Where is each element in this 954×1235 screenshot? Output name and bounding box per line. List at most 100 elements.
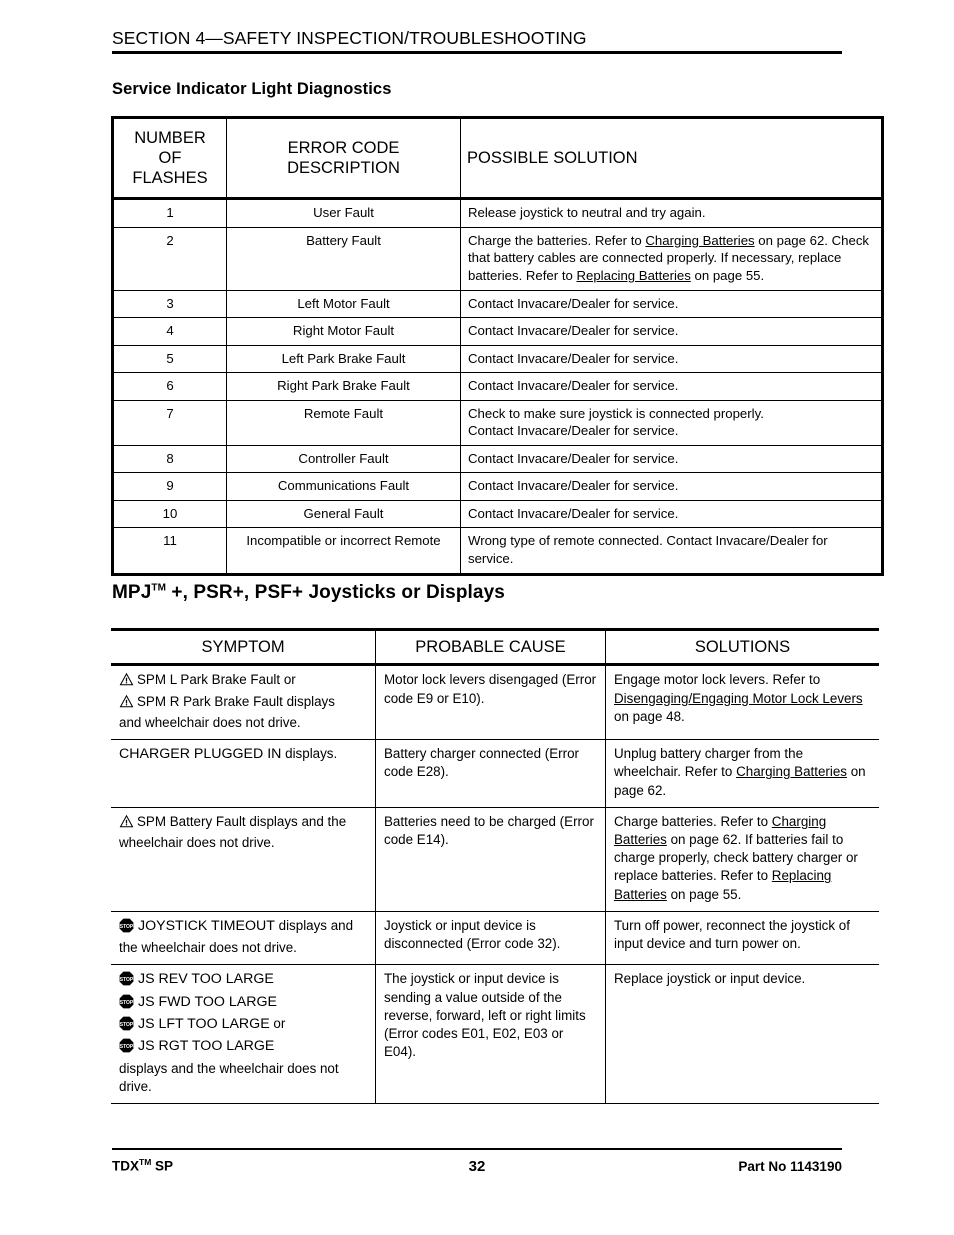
cell-probable-cause: Battery charger connected (Error code E2… bbox=[375, 739, 606, 808]
symptom-line: displays and the wheelchair does not dri… bbox=[119, 1060, 367, 1096]
warning-triangle-icon bbox=[119, 673, 134, 686]
cell-solutions: Turn off power, reconnect the joystick o… bbox=[605, 910, 879, 965]
table-row: 9 Communications Fault Contact Invacare/De… bbox=[111, 472, 884, 501]
cell-number-of-flashes: 1 bbox=[111, 198, 227, 228]
symptom-line: STOP JOYSTICK TIMEOUT displays and bbox=[119, 917, 367, 936]
table-body: SPM L Park Brake Fault or SPM R Park Brak… bbox=[111, 664, 879, 1105]
warning-triangle-icon bbox=[119, 694, 134, 707]
symptom-line: STOP JS FWD TOO LARGE bbox=[119, 993, 367, 1012]
symptom-line: CHARGER PLUGGED IN displays. bbox=[119, 745, 367, 764]
table-row: 7 Remote Fault Check to make sure joystick… bbox=[111, 399, 884, 446]
text-run: and wheelchair does not drive. bbox=[119, 714, 301, 730]
cell-possible-solution: Contact Invacare/Dealer for service. bbox=[460, 344, 884, 374]
cross-reference-link[interactable]: Replacing Batteries bbox=[576, 268, 690, 283]
cell-symptom: STOP JOYSTICK TIMEOUT displays and the whe… bbox=[111, 910, 376, 965]
table-row: 1 User Fault Release joystick to neutral a… bbox=[111, 198, 884, 228]
table-header: NUMBER OF FLASHES ERROR CODE DESCRIPTION… bbox=[111, 115, 884, 201]
text-run: Charge batteries. Refer to bbox=[614, 813, 772, 829]
col-desc-line1: ERROR CODE bbox=[287, 139, 400, 158]
symptom-line: SPM L Park Brake Fault or bbox=[119, 671, 367, 689]
col-num-line3: FLASHES bbox=[132, 169, 208, 188]
table-header-row: NUMBER OF FLASHES ERROR CODE DESCRIPTION… bbox=[111, 115, 884, 201]
text-run: on page 55. bbox=[666, 886, 742, 902]
cell-number-of-flashes: 4 bbox=[111, 317, 227, 346]
text-run: JS REV TOO LARGE bbox=[138, 971, 274, 988]
text-run: JS RGT TOO LARGE bbox=[138, 1038, 275, 1055]
text-run: displays and bbox=[274, 917, 354, 933]
text-run: displays and the wheelchair does not dri… bbox=[119, 1060, 339, 1094]
column-header-solutions: SOLUTIONS bbox=[605, 627, 879, 667]
cell-error-code-description: Right Motor Fault bbox=[226, 317, 461, 346]
text-run: JS FWD TOO LARGE bbox=[138, 993, 278, 1010]
cell-symptom: CHARGER PLUGGED IN displays. bbox=[111, 739, 376, 808]
text-run: Turn off power, reconnect the joystick o… bbox=[614, 917, 850, 952]
symptom-line: STOP JS RGT TOO LARGE bbox=[119, 1037, 367, 1056]
text-run: Engage motor lock levers. Refer to bbox=[614, 672, 821, 688]
symptom-line: SPM Battery Fault displays and the bbox=[119, 813, 367, 831]
cell-solutions: Engage motor lock levers. Refer to Disen… bbox=[605, 664, 879, 740]
svg-text:STOP: STOP bbox=[120, 1044, 134, 1050]
cell-probable-cause: Batteries need to be charged (Error code… bbox=[375, 806, 606, 912]
col-desc-line2: DESCRIPTION bbox=[287, 159, 400, 178]
cell-possible-solution: Contact Invacare/Dealer for service. bbox=[460, 372, 884, 401]
running-header-title: SECTION 4—SAFETY INSPECTION/TROUBLESHOOT… bbox=[112, 28, 587, 48]
cell-possible-solution: Contact Invacare/Dealer for service. bbox=[460, 289, 884, 319]
footer-page-number: 32 bbox=[468, 1157, 486, 1175]
table-row: 6 Right Park Brake Fault Contact Invacare/… bbox=[111, 372, 884, 401]
cell-error-code-description: Left Motor Fault bbox=[226, 289, 461, 319]
text-run: on page 48. bbox=[614, 708, 685, 724]
page-footer: TDXTM SP 32 Part No 1143190 bbox=[112, 1148, 842, 1175]
mpj-section-heading: MPJTM +, PSR+, PSF+ Joysticks or Display… bbox=[112, 582, 505, 604]
cell-error-code-description: Remote Fault bbox=[226, 399, 461, 446]
cell-number-of-flashes: 2 bbox=[111, 226, 227, 291]
table-row: CHARGER PLUGGED IN displays. Battery char… bbox=[111, 739, 879, 808]
svg-text:STOP: STOP bbox=[120, 977, 134, 983]
cell-number-of-flashes: 8 bbox=[111, 444, 227, 474]
cell-error-code-description: Controller Fault bbox=[226, 444, 461, 474]
text-run: CHARGER PLUGGED IN bbox=[119, 746, 282, 763]
text-run: the wheelchair does not drive. bbox=[119, 940, 297, 956]
text-run: wheelchair does not drive. bbox=[119, 834, 275, 850]
table-row: STOP JOYSTICK TIMEOUT displays and the whe… bbox=[111, 910, 879, 965]
cell-error-code-description: Battery Fault bbox=[226, 226, 461, 291]
table-header-row: SYMPTOM PROBABLE CAUSE SOLUTIONS bbox=[111, 627, 879, 667]
table-row: 5 Left Park Brake Fault Contact Invacare/D… bbox=[111, 344, 884, 374]
cell-solutions: Charge batteries. Refer to Charging Batt… bbox=[605, 806, 879, 912]
cell-symptom: SPM L Park Brake Fault or SPM R Park Brak… bbox=[111, 664, 376, 740]
trademark-symbol: TM bbox=[139, 1157, 152, 1167]
text-run: on page 55. bbox=[690, 268, 765, 284]
page-canvas: SECTION 4—SAFETY INSPECTION/TROUBLESHOOT… bbox=[0, 0, 954, 1235]
cell-number-of-flashes: 9 bbox=[111, 472, 227, 501]
mpj-troubleshooting-table-wrapper: SYMPTOM PROBABLE CAUSE SOLUTIONS SPM L P… bbox=[111, 627, 879, 1105]
table-row: STOP JS REV TOO LARGE STOP JS FWD TOO LARGE… bbox=[111, 964, 879, 1105]
table-row: SPM Battery Fault displays and the wheelc… bbox=[111, 806, 879, 912]
text-run: JS LFT TOO LARGE bbox=[138, 1016, 270, 1032]
cell-number-of-flashes: 11 bbox=[111, 527, 227, 576]
symptom-line: STOP JS LFT TOO LARGE or bbox=[119, 1015, 367, 1034]
text-run: or bbox=[269, 1016, 286, 1031]
cell-error-code-description: User Fault bbox=[226, 198, 461, 228]
svg-text:STOP: STOP bbox=[120, 999, 134, 1005]
cell-number-of-flashes: 7 bbox=[111, 399, 227, 446]
symptom-line: and wheelchair does not drive. bbox=[119, 714, 367, 732]
cross-reference-link[interactable]: Charging Batteries bbox=[736, 764, 847, 779]
cell-error-code-description: Right Park Brake Fault bbox=[226, 372, 461, 401]
cross-reference-link[interactable]: Charging Batteries bbox=[645, 233, 754, 248]
cross-reference-link[interactable]: Disengaging/Engaging Motor Lock Levers bbox=[614, 691, 863, 706]
footer-product-name: TDXTM SP bbox=[112, 1157, 353, 1174]
table-row: SPM L Park Brake Fault or SPM R Park Brak… bbox=[111, 664, 879, 740]
cell-error-code-description: Incompatible or incorrect Remote bbox=[226, 527, 461, 576]
trademark-symbol: TM bbox=[151, 582, 167, 594]
stop-sign-icon: STOP bbox=[119, 1038, 134, 1053]
cell-probable-cause: Joystick or input device is disconnected… bbox=[375, 910, 606, 965]
stop-sign-icon: STOP bbox=[119, 1016, 134, 1031]
cell-number-of-flashes: 3 bbox=[111, 289, 227, 319]
cell-probable-cause: Motor lock levers disengaged (Error code… bbox=[375, 664, 606, 740]
mpj-heading-main: MPJ bbox=[112, 582, 152, 603]
cell-number-of-flashes: 5 bbox=[111, 344, 227, 374]
cell-possible-solution: Check to make sure joystick is connected… bbox=[460, 399, 884, 446]
stop-sign-icon: STOP bbox=[119, 994, 134, 1009]
table-header: SYMPTOM PROBABLE CAUSE SOLUTIONS bbox=[111, 627, 879, 667]
text-run: displays. bbox=[281, 746, 338, 762]
mpj-troubleshooting-table: SYMPTOM PROBABLE CAUSE SOLUTIONS SPM L P… bbox=[111, 627, 879, 1105]
